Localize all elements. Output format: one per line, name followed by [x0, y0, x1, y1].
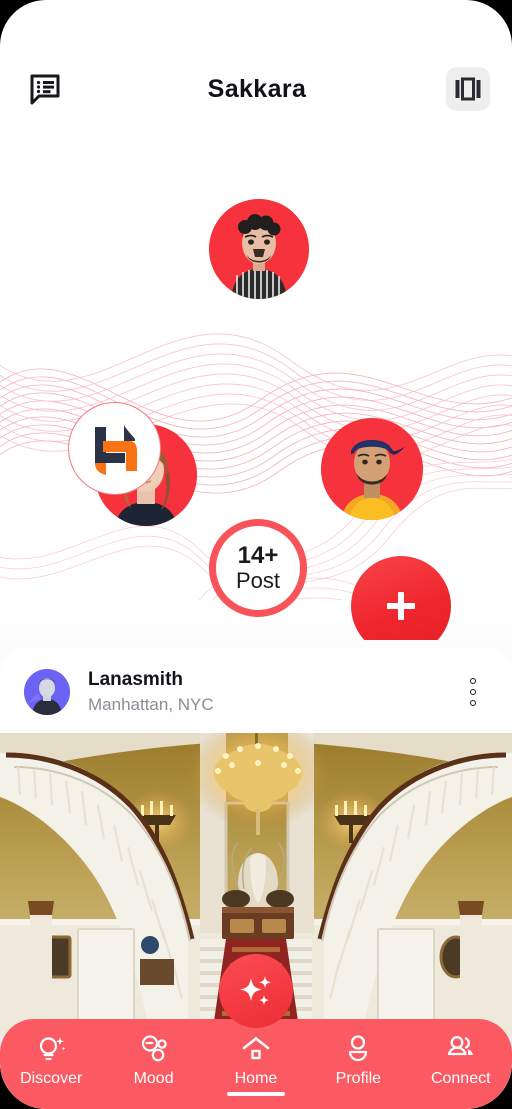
avatar-bubble-man-cap[interactable] [321, 418, 423, 520]
avatar[interactable] [24, 669, 70, 716]
carousel-layout-icon[interactable] [445, 67, 490, 111]
sparkle-icon [240, 976, 271, 1006]
mood-circles-icon [139, 1033, 169, 1065]
post-header: Lanasmith Manhattan, NYC [0, 648, 512, 733]
bottom-navigation: Discover Mood Home Profile Connect [0, 1019, 512, 1109]
nav-item-profile[interactable]: Profile [312, 1033, 404, 1088]
nav-label-profile: Profile [335, 1070, 382, 1087]
nav-item-discover[interactable]: Discover [5, 1033, 97, 1088]
lightbulb-sparkle-icon [36, 1033, 66, 1065]
page-title: Sakkara [207, 74, 307, 103]
plus-icon [387, 592, 415, 620]
create-sparkle-fab[interactable] [219, 954, 293, 1028]
person-icon [343, 1033, 373, 1065]
discover-bubble-cloud: 14+ Post [0, 150, 512, 640]
nav-item-mood[interactable]: Mood [108, 1033, 200, 1088]
app-header: Sakkara [0, 0, 512, 150]
post-author-name: Lanasmith [88, 669, 184, 690]
post-author-meta: Lanasmith Manhattan, NYC [88, 668, 458, 717]
nav-active-indicator [226, 1091, 285, 1096]
nav-item-home[interactable]: Home [210, 1033, 302, 1096]
post-count-bubble[interactable]: 14+ Post [209, 519, 307, 617]
nav-label-connect: Connect [430, 1070, 491, 1087]
nav-label-discover: Discover [20, 1070, 83, 1087]
more-vertical-icon[interactable] [458, 675, 488, 709]
post-count-number: 14+ [237, 542, 279, 570]
people-group-icon [445, 1033, 477, 1065]
home-icon [241, 1033, 271, 1065]
post-count-label: Post [235, 567, 281, 593]
nav-label-mood: Mood [133, 1070, 174, 1087]
app-screen: Sakkara 14+ Post Lanasmith Manhattan, NY… [0, 0, 512, 1109]
nav-item-connect[interactable]: Connect [415, 1033, 507, 1088]
avatar-bubble-man-striped[interactable] [209, 199, 309, 299]
logo-bubble-h-mark[interactable] [68, 402, 161, 495]
nav-label-home: Home [234, 1070, 278, 1087]
post-location: Manhattan, NYC [88, 694, 214, 714]
messages-list-icon[interactable] [22, 66, 68, 112]
